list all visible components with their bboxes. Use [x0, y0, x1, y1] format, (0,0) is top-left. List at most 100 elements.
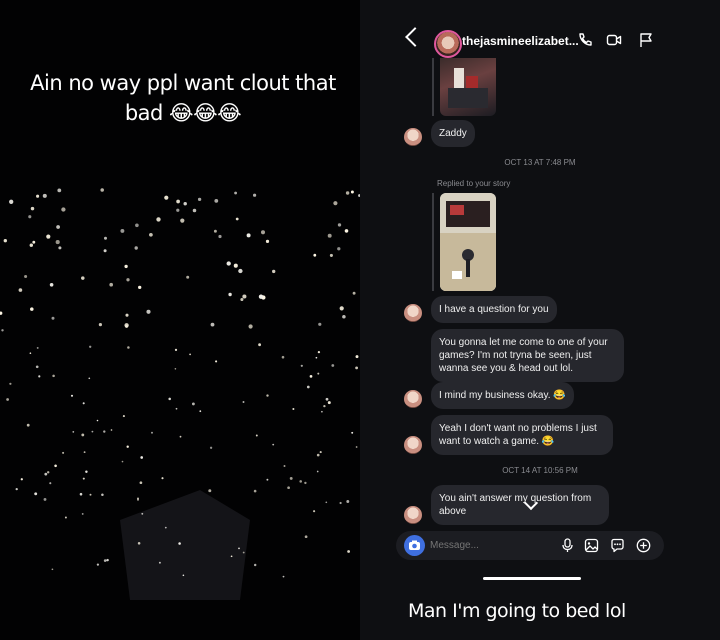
ceiling-light	[151, 431, 153, 434]
ceiling-light	[164, 195, 169, 200]
ceiling-light	[226, 261, 231, 266]
ceiling-light	[309, 375, 313, 378]
avatar	[404, 436, 422, 454]
message-bubble[interactable]: You gonna let me come to one of your gam…	[431, 329, 624, 382]
avatar	[404, 506, 422, 524]
ceiling-light	[176, 199, 180, 204]
ceiling-light	[242, 401, 245, 403]
message-bubble[interactable]: Yeah I don't want no problems I just wan…	[431, 415, 613, 455]
story-caption-bottom: Man I'm going to bed lol	[408, 600, 626, 622]
replied-story-thumbnail[interactable]	[440, 193, 496, 291]
plus-icon[interactable]	[636, 538, 651, 553]
microphone-icon[interactable]	[560, 538, 575, 553]
ceiling-light	[313, 510, 316, 513]
thumbnail-image	[448, 68, 488, 108]
ceiling-light	[146, 309, 151, 314]
ceiling-light	[300, 364, 303, 367]
ceiling-light	[62, 451, 65, 454]
story-caption: Ain no way ppl want clout that bad 😂😂😂	[30, 71, 336, 125]
message-composer[interactable]	[396, 531, 664, 560]
phone-icon[interactable]	[577, 32, 593, 48]
ceiling-light	[230, 555, 233, 558]
ceiling-light	[281, 355, 285, 359]
ceiling-light	[246, 233, 251, 238]
ceiling-light	[337, 247, 341, 251]
ceiling-light	[96, 419, 99, 422]
ceiling-light	[141, 512, 144, 515]
video-icon[interactable]	[606, 32, 622, 48]
ceiling-light	[161, 477, 164, 480]
ceiling-light	[272, 269, 276, 274]
ceiling-light	[238, 547, 240, 550]
ceiling-light	[189, 353, 191, 356]
ceiling-light	[57, 188, 62, 193]
basketball-court-image	[440, 193, 496, 291]
scoreboard-shape	[120, 490, 250, 600]
ceiling-light	[81, 512, 84, 515]
ceiling-light	[306, 385, 310, 389]
ceiling-light	[347, 550, 350, 553]
ceiling-light	[46, 234, 51, 239]
ceiling-light	[346, 500, 350, 503]
ceiling-light	[120, 228, 125, 233]
ceiling-light	[228, 292, 232, 297]
ceiling-light	[79, 492, 83, 496]
ceiling-light	[137, 498, 139, 501]
avatar[interactable]	[434, 30, 462, 58]
ceiling-light	[30, 307, 34, 311]
ceiling-light	[89, 493, 92, 496]
message-bubble[interactable]: Zaddy	[431, 120, 475, 147]
ceiling-light	[234, 191, 238, 195]
ceiling-light	[52, 374, 55, 378]
ceiling-light	[265, 239, 270, 244]
ceiling-light	[61, 207, 66, 212]
ceiling-light	[135, 223, 139, 228]
avatar	[404, 128, 422, 146]
ceiling-light	[126, 278, 130, 282]
ceiling-light	[315, 356, 318, 359]
ceiling-light	[49, 282, 54, 287]
ceiling-light	[106, 558, 109, 562]
message-input[interactable]	[430, 540, 550, 551]
message-bubble[interactable]: I have a question for you	[431, 296, 557, 323]
ceiling-light	[36, 194, 40, 198]
ceiling-light	[30, 206, 35, 211]
ceiling-light	[1, 329, 4, 332]
ceiling-light	[137, 542, 141, 545]
story-thumbnail-top[interactable]	[440, 58, 496, 116]
ceiling-light	[240, 297, 244, 302]
gallery-icon[interactable]	[584, 538, 599, 553]
ceiling-light	[81, 433, 85, 437]
ceiling-light	[289, 476, 293, 480]
ceiling-light	[24, 274, 28, 279]
ceiling-light	[82, 402, 85, 405]
ceiling-light	[18, 288, 23, 292]
message-bubble[interactable]: You ain't answer my question from above	[431, 485, 609, 525]
ceiling-light	[329, 253, 333, 257]
ceiling-light	[125, 313, 129, 317]
back-chevron-icon[interactable]	[405, 27, 425, 47]
ceiling-light	[318, 322, 322, 326]
username[interactable]: thejasmineelizabet...	[462, 34, 579, 48]
sticker-icon[interactable]	[610, 538, 625, 553]
ceiling-light	[139, 481, 143, 485]
ceiling-light	[55, 240, 60, 245]
ceiling-light	[287, 486, 290, 490]
thread-line	[432, 58, 434, 116]
timestamp: OCT 13 AT 7:48 PM	[504, 158, 576, 167]
camera-icon[interactable]	[404, 535, 425, 556]
ceiling-light	[88, 377, 91, 380]
ceiling-light	[89, 345, 92, 348]
message-bubble[interactable]: I mind my business okay. 😂	[431, 382, 574, 409]
ceiling-light	[70, 394, 74, 397]
ceiling-light	[317, 372, 320, 375]
flag-icon[interactable]	[638, 32, 654, 48]
ceiling-light	[182, 574, 185, 577]
ceiling-light	[138, 285, 142, 290]
ceiling-light	[179, 435, 182, 438]
ceiling-light	[15, 487, 18, 491]
ceiling-light	[248, 324, 253, 329]
ceiling-light	[352, 291, 356, 295]
ceiling-light	[64, 516, 67, 519]
ceiling-light	[176, 208, 180, 212]
